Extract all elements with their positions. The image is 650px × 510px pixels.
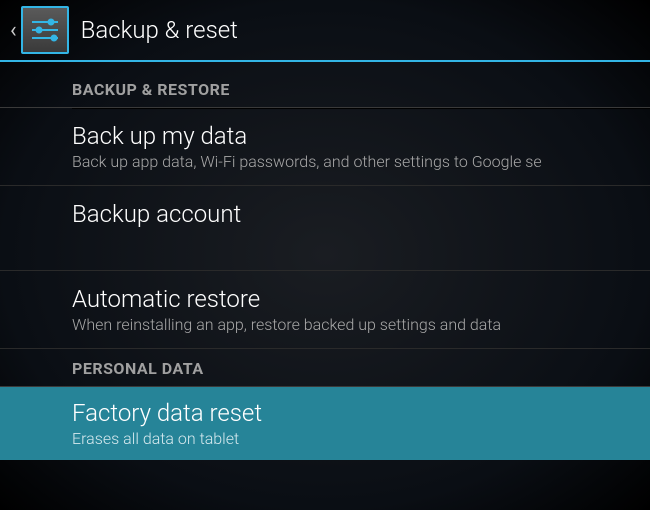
item-subtitle: When reinstalling an app, restore backed… <box>72 315 650 334</box>
item-title: Back up my data <box>72 122 650 150</box>
item-subtitle: Erases all data on tablet <box>72 429 650 448</box>
section-header-backup-restore: BACKUP & RESTORE <box>0 70 650 108</box>
back-caret-icon[interactable]: ‹ <box>8 18 19 43</box>
item-backup-account[interactable]: Backup account <box>0 186 650 271</box>
page-title: Backup & reset <box>81 16 238 44</box>
item-title: Factory data reset <box>72 399 650 427</box>
item-factory-data-reset[interactable]: Factory data reset Erases all data on ta… <box>0 387 650 460</box>
item-title: Backup account <box>72 200 650 228</box>
settings-icon[interactable] <box>21 6 69 54</box>
app-header: ‹ Backup & reset <box>0 0 650 62</box>
item-automatic-restore[interactable]: Automatic restore When reinstalling an a… <box>0 271 650 349</box>
item-title: Automatic restore <box>72 285 650 313</box>
item-subtitle: Back up app data, Wi-Fi passwords, and o… <box>72 152 650 171</box>
item-backup-my-data[interactable]: Back up my data Back up app data, Wi-Fi … <box>0 108 650 186</box>
section-header-personal-data: PERSONAL DATA <box>0 349 650 387</box>
settings-list: BACKUP & RESTORE Back up my data Back up… <box>0 62 650 460</box>
